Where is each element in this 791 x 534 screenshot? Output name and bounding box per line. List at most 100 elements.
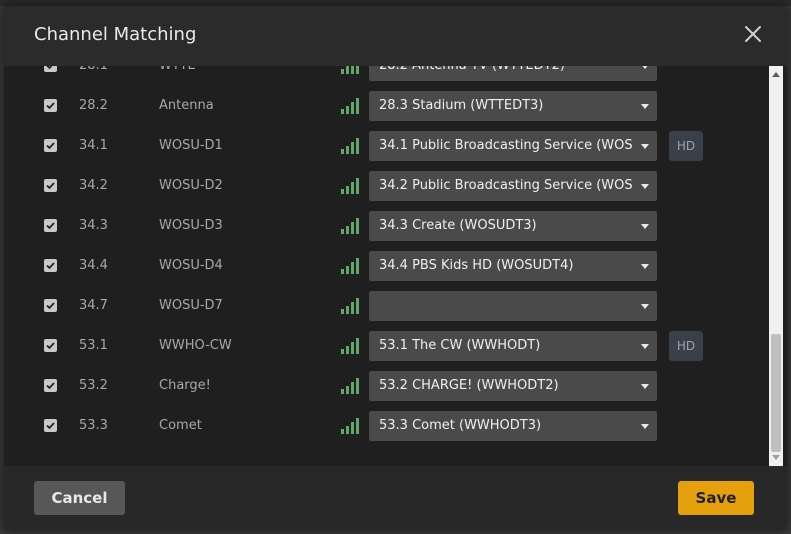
hd-badge: HD <box>669 131 703 161</box>
checkmark-icon <box>46 142 55 150</box>
signal-strength-icon <box>340 418 360 434</box>
channel-number: 28.2 <box>79 98 108 113</box>
channel-name: Antenna <box>159 98 214 113</box>
channel-number: 28.1 <box>79 66 108 73</box>
channel-match-select[interactable]: 53.3 Comet (WWHODT3) <box>369 411 657 441</box>
channel-match-select[interactable]: 28.3 Stadium (WTTEDT3) <box>369 91 657 121</box>
channel-match-select[interactable]: 34.4 PBS Kids HD (WOSUDT4) <box>369 251 657 281</box>
channel-match-value: 34.2 Public Broadcasting Service (WOSUDT… <box>379 178 633 193</box>
channel-match-select[interactable]: 34.1 Public Broadcasting Service (WOSUDT… <box>369 131 657 161</box>
channel-row: 53.3 Comet 53.3 Comet (WWHODT3) <box>4 406 769 446</box>
channel-enabled-checkbox[interactable] <box>44 139 57 152</box>
dialog-title: Channel Matching <box>34 24 197 45</box>
channel-row: 53.2 Charge! 53.2 CHARGE! (WWHODT2) <box>4 366 769 406</box>
channel-row: 34.7 WOSU-D7 <box>4 286 769 326</box>
dialog-header: Channel Matching <box>4 6 787 66</box>
signal-strength-icon <box>340 338 360 354</box>
chevron-down-icon <box>641 104 649 109</box>
chevron-down-icon <box>641 144 649 149</box>
channel-match-value: 28.3 Stadium (WTTEDT3) <box>379 98 544 113</box>
channel-list: 28.1 WTTE 28.2 Antenna TV (WTTEDT2) 28.2 Ant… <box>4 66 769 446</box>
scroll-up-arrow-icon[interactable] <box>772 72 780 77</box>
channel-number: 34.3 <box>79 218 108 233</box>
channel-name: WOSU-D2 <box>159 178 223 193</box>
signal-strength-icon <box>340 178 360 194</box>
channel-enabled-checkbox[interactable] <box>44 259 57 272</box>
checkmark-icon <box>46 262 55 270</box>
channel-enabled-checkbox[interactable] <box>44 66 57 72</box>
signal-strength-icon <box>340 378 360 394</box>
channel-list-area: 28.1 WTTE 28.2 Antenna TV (WTTEDT2) 28.2 Ant… <box>4 66 787 466</box>
channel-matching-dialog: Channel Matching 28.1 WTTE 28.2 Antenna TV… <box>4 6 787 530</box>
close-button[interactable] <box>741 22 765 46</box>
channel-match-select[interactable]: 53.2 CHARGE! (WWHODT2) <box>369 371 657 401</box>
scrollbar-thumb[interactable] <box>771 334 781 452</box>
hd-badge: HD <box>669 331 703 361</box>
dialog-footer: Cancel Save <box>4 466 787 530</box>
channel-name: WOSU-D4 <box>159 258 223 273</box>
channel-row: 34.1 WOSU-D1 34.1 Public Broadcasting Serv… <box>4 126 769 166</box>
channel-row: 34.2 WOSU-D2 34.2 Public Broadcasting Serv… <box>4 166 769 206</box>
channel-enabled-checkbox[interactable] <box>44 179 57 192</box>
chevron-down-icon <box>641 264 649 269</box>
channel-number: 53.3 <box>79 418 108 433</box>
channel-number: 34.7 <box>79 298 108 313</box>
channel-enabled-checkbox[interactable] <box>44 99 57 112</box>
chevron-down-icon <box>641 66 649 69</box>
chevron-down-icon <box>641 344 649 349</box>
channel-name: Comet <box>159 418 202 433</box>
channel-number: 34.4 <box>79 258 108 273</box>
chevron-down-icon <box>641 424 649 429</box>
channel-match-value: 53.3 Comet (WWHODT3) <box>379 418 542 433</box>
channel-row: 53.1 WWHO-CW 53.1 The CW (WWHODT) HD <box>4 326 769 366</box>
channel-match-value: 34.3 Create (WOSUDT3) <box>379 218 537 233</box>
channel-row: 34.3 WOSU-D3 34.3 Create (WOSUDT3) <box>4 206 769 246</box>
channel-match-value: 34.1 Public Broadcasting Service (WOSUDT… <box>379 138 633 153</box>
chevron-down-icon <box>641 304 649 309</box>
channel-match-select[interactable]: 28.2 Antenna TV (WTTEDT2) <box>369 66 657 81</box>
channel-match-select[interactable]: 34.3 Create (WOSUDT3) <box>369 211 657 241</box>
checkmark-icon <box>46 382 55 390</box>
channel-enabled-checkbox[interactable] <box>44 379 57 392</box>
channel-enabled-checkbox[interactable] <box>44 419 57 432</box>
channel-enabled-checkbox[interactable] <box>44 299 57 312</box>
channel-name: WOSU-D1 <box>159 138 223 153</box>
checkmark-icon <box>46 302 55 310</box>
signal-strength-icon <box>340 98 360 114</box>
chevron-down-icon <box>641 184 649 189</box>
chevron-down-icon <box>641 384 649 389</box>
channel-row: 34.4 WOSU-D4 34.4 PBS Kids HD (WOSUDT4) <box>4 246 769 286</box>
scrollbar[interactable] <box>769 66 783 466</box>
channel-name: WTTE <box>159 66 196 73</box>
signal-strength-icon <box>340 138 360 154</box>
channel-name: WWHO-CW <box>159 338 232 353</box>
signal-strength-icon <box>340 258 360 274</box>
checkmark-icon <box>46 342 55 350</box>
scroll-down-arrow-icon[interactable] <box>772 455 780 460</box>
checkmark-icon <box>46 102 55 110</box>
channel-match-select[interactable] <box>369 291 657 321</box>
channel-name: WOSU-D7 <box>159 298 223 313</box>
channel-match-select[interactable]: 53.1 The CW (WWHODT) <box>369 331 657 361</box>
channel-match-select[interactable]: 34.2 Public Broadcasting Service (WOSUDT… <box>369 171 657 201</box>
close-icon <box>745 26 761 42</box>
cancel-button[interactable]: Cancel <box>34 481 125 515</box>
channel-number: 34.1 <box>79 138 108 153</box>
channel-name: WOSU-D3 <box>159 218 223 233</box>
channel-number: 34.2 <box>79 178 108 193</box>
channel-name: Charge! <box>159 378 211 393</box>
channel-row: 28.2 Antenna 28.3 Stadium (WTTEDT3) <box>4 86 769 126</box>
channel-match-value: 53.1 The CW (WWHODT) <box>379 338 541 353</box>
channel-match-value: 34.4 PBS Kids HD (WOSUDT4) <box>379 258 574 273</box>
signal-strength-icon <box>340 66 360 74</box>
channel-number: 53.1 <box>79 338 108 353</box>
channel-row: 28.1 WTTE 28.2 Antenna TV (WTTEDT2) <box>4 66 769 86</box>
checkmark-icon <box>46 66 53 70</box>
channel-match-value: 53.2 CHARGE! (WWHODT2) <box>379 378 559 393</box>
channel-enabled-checkbox[interactable] <box>44 219 57 232</box>
checkmark-icon <box>46 422 55 430</box>
channel-enabled-checkbox[interactable] <box>44 339 57 352</box>
checkmark-icon <box>46 182 55 190</box>
signal-strength-icon <box>340 298 360 314</box>
save-button[interactable]: Save <box>678 481 754 515</box>
